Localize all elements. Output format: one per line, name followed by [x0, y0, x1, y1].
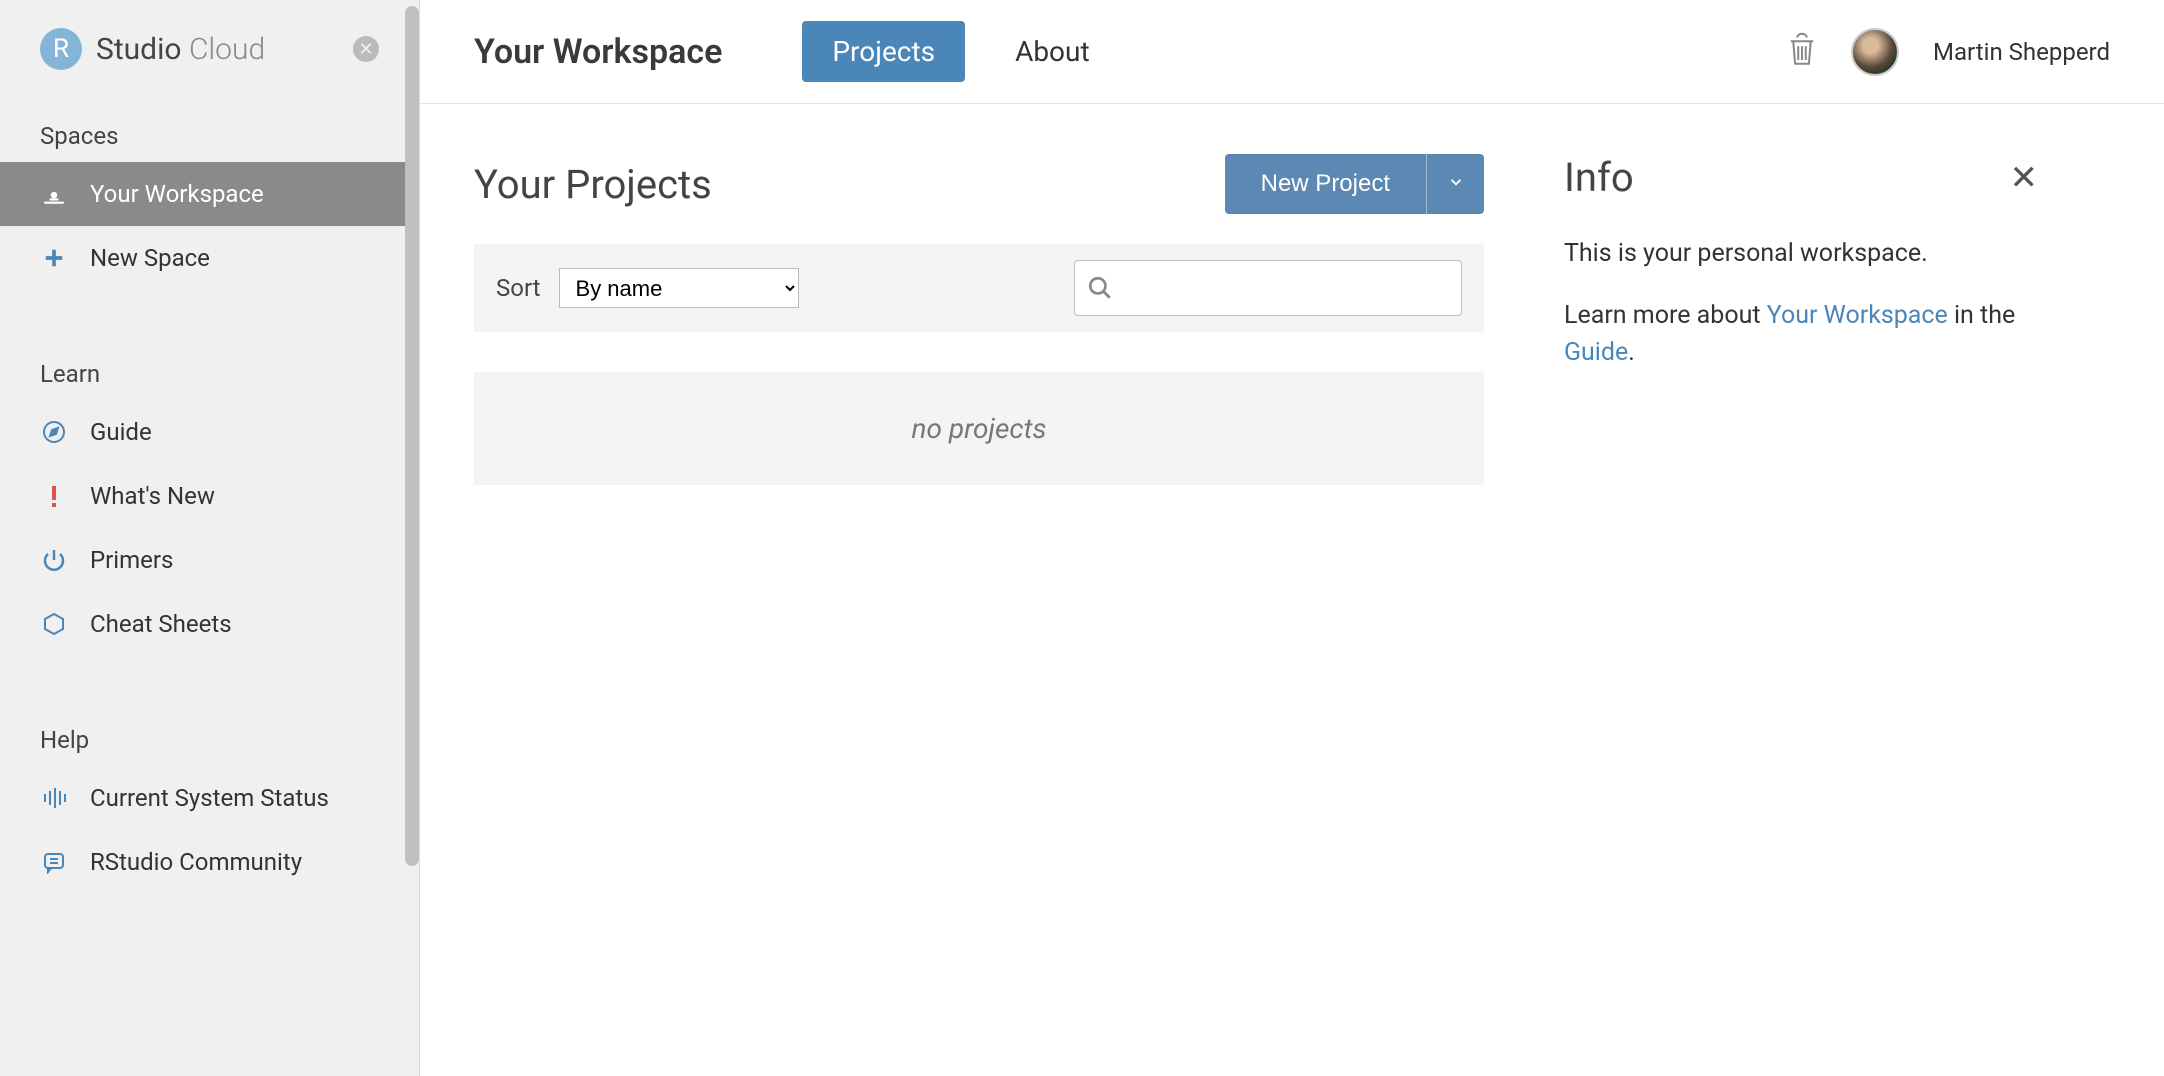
sidebar-item-label: What's New [90, 482, 215, 510]
search-wrap [1074, 260, 1462, 316]
sidebar-item-label: New Space [90, 244, 210, 272]
info-line2-prefix: Learn more about [1564, 301, 1767, 330]
projects-column: Your Projects New Project Sort By name [474, 154, 1484, 1026]
logo-letter: R [53, 34, 69, 64]
sidebar-item-new-space[interactable]: New Space [0, 226, 419, 290]
sidebar-item-label: Your Workspace [90, 180, 264, 208]
projects-toolbar: Sort By name [474, 244, 1484, 332]
info-link-workspace[interactable]: Your Workspace [1767, 301, 1948, 330]
section-label-help: Help [0, 702, 419, 766]
info-line2: Learn more about Your Workspace in the G… [1564, 297, 2038, 372]
info-panel: Info ✕ This is your personal workspace. … [1564, 154, 2038, 1026]
sidebar-item-label: Primers [90, 546, 173, 574]
new-project-dropdown[interactable] [1426, 154, 1484, 214]
info-header: Info ✕ [1564, 154, 2038, 201]
tab-about[interactable]: About [985, 21, 1120, 82]
section-label-learn: Learn [0, 336, 419, 400]
chevron-down-icon [1447, 173, 1465, 195]
info-link-guide[interactable]: Guide [1564, 338, 1628, 367]
logo-badge: R [40, 28, 82, 70]
collapse-sidebar-button[interactable]: ✕ [353, 36, 379, 62]
main: Your Workspace Projects About Martin She… [420, 0, 2164, 1076]
x-icon: ✕ [358, 39, 373, 60]
new-project-button[interactable]: New Project [1225, 154, 1426, 214]
search-input[interactable] [1121, 275, 1449, 301]
topbar: Your Workspace Projects About Martin She… [420, 0, 2164, 104]
power-icon [40, 546, 68, 574]
new-project-button-group: New Project [1225, 154, 1484, 214]
section-label-spaces: Spaces [0, 98, 419, 162]
sidebar-item-your-workspace[interactable]: Your Workspace [0, 162, 419, 226]
sound-wave-icon [40, 784, 68, 812]
avatar[interactable] [1851, 28, 1899, 76]
hexagon-icon [40, 610, 68, 638]
info-title: Info [1564, 154, 1634, 201]
username[interactable]: Martin Shepperd [1933, 38, 2110, 66]
sidebar-item-label: Current System Status [90, 784, 329, 812]
workspace-title: Your Workspace [474, 32, 722, 72]
x-icon: ✕ [2010, 158, 2039, 198]
info-line2-suffix: . [1628, 338, 1635, 367]
sort-select[interactable]: By name [559, 268, 799, 308]
workspace-icon [40, 180, 68, 208]
trash-icon[interactable] [1787, 32, 1817, 72]
content: Your Projects New Project Sort By name [420, 104, 2164, 1076]
projects-title: Your Projects [474, 161, 712, 208]
sidebar-item-whats-new[interactable]: What's New [0, 464, 419, 528]
sidebar-item-system-status[interactable]: Current System Status [0, 766, 419, 830]
sort-label: Sort [496, 274, 541, 302]
brand-primary: Studio [96, 32, 182, 67]
sidebar-item-primers[interactable]: Primers [0, 528, 419, 592]
sidebar-item-cheat-sheets[interactable]: Cheat Sheets [0, 592, 419, 656]
info-line1: This is your personal workspace. [1564, 235, 2038, 273]
search-icon [1087, 275, 1113, 301]
empty-projects-message: no projects [474, 372, 1484, 485]
sidebar-item-label: RStudio Community [90, 848, 302, 876]
sidebar-scrollbar[interactable] [405, 6, 419, 866]
compass-icon [40, 418, 68, 446]
brand-secondary: Cloud [189, 32, 265, 67]
brand-header: R Studio Cloud ✕ [0, 0, 419, 98]
sidebar-item-community[interactable]: RStudio Community [0, 830, 419, 894]
chat-icon [40, 848, 68, 876]
info-line2-mid: in the [1948, 301, 2016, 330]
info-close-button[interactable]: ✕ [2010, 158, 2039, 198]
sidebar-item-label: Cheat Sheets [90, 610, 232, 638]
plus-icon [40, 244, 68, 272]
topbar-right: Martin Shepperd [1787, 28, 2110, 76]
projects-header: Your Projects New Project [474, 154, 1484, 214]
exclamation-icon [40, 482, 68, 510]
sidebar-item-guide[interactable]: Guide [0, 400, 419, 464]
sidebar: R Studio Cloud ✕ Spaces Your Workspace N… [0, 0, 420, 1076]
brand-name: Studio Cloud [96, 32, 265, 67]
sidebar-item-label: Guide [90, 418, 152, 446]
tab-projects[interactable]: Projects [802, 21, 965, 82]
